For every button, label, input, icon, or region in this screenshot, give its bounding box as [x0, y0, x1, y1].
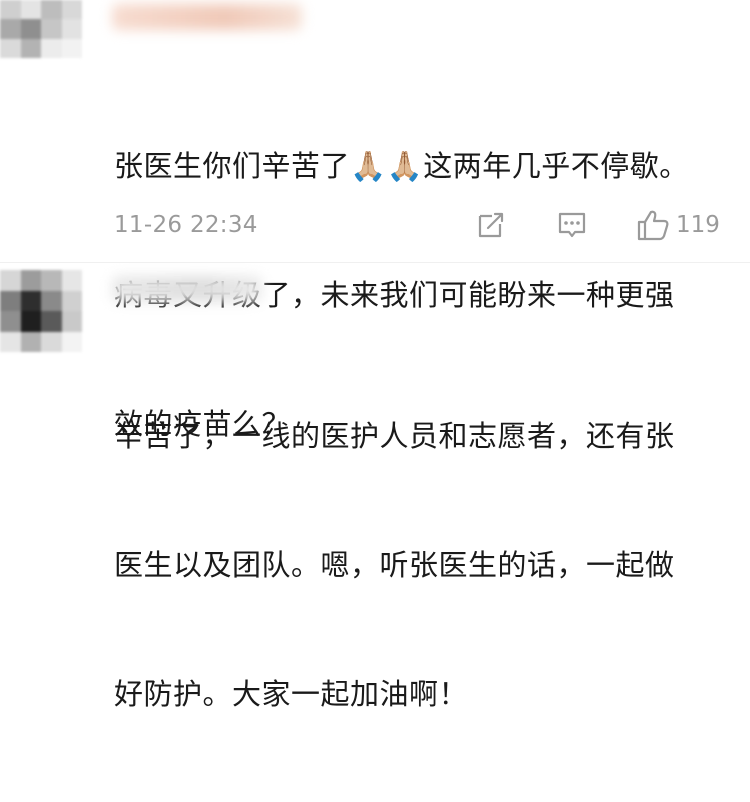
share-icon [478, 212, 504, 238]
like-button[interactable]: 119 [636, 208, 720, 242]
like-count: 119 [676, 212, 720, 238]
username-blurred [112, 4, 302, 30]
avatar[interactable] [0, 270, 82, 352]
comment-text-line: 好防护。大家一起加油啊！ [114, 677, 469, 711]
comment-timestamp: 11-26 22:34 [114, 212, 258, 238]
share-button[interactable] [476, 208, 506, 242]
username-blurred [112, 276, 262, 302]
comment-item: 辛苦了，一线的医护人员和志愿者，还有张 医生以及团队。嗯，听张医生的话，一起做 … [0, 262, 750, 711]
comment-text: 辛苦了，一线的医护人员和志愿者，还有张 医生以及团队。嗯，听张医生的话，一起做 … [114, 329, 734, 802]
comment-item: 张医生你们辛苦了🙏🏼🙏🏼这两年几乎不停歇。 病毒又升级了，未来我们可能盼来一种更… [0, 0, 750, 441]
avatar[interactable] [0, 0, 82, 58]
comment-text-line: 医生以及团队。嗯，听张医生的话，一起做 [114, 548, 675, 582]
comment-text-line: 张医生你们辛苦了🙏🏼🙏🏼这两年几乎不停歇。 [114, 149, 689, 183]
reply-button[interactable] [556, 208, 588, 242]
thumbs-up-icon [637, 210, 669, 241]
comment-text-line: 辛苦了，一线的医护人员和志愿者，还有张 [114, 419, 675, 453]
comment-meta: 11-26 22:34 119 [114, 208, 726, 244]
comment-icon [558, 212, 586, 238]
